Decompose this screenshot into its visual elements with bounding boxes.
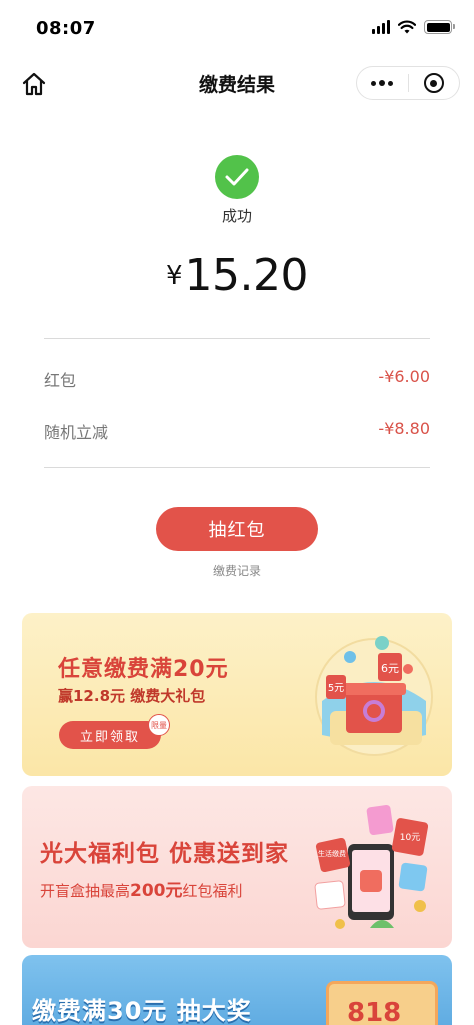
status-icons: [372, 20, 455, 34]
gift-box-illustration: 5元 6元: [315, 636, 433, 756]
limited-badge: 限量: [148, 714, 170, 736]
discount-row-random: 随机立减 -¥8.80: [44, 419, 430, 443]
banner-title: 光大福利包 优惠送到家: [40, 841, 290, 867]
card-label: 10元: [400, 833, 420, 843]
payment-amount: ¥15.20: [0, 250, 474, 301]
status-bar: 08:07: [0, 0, 474, 58]
close-mini-program-button[interactable]: [408, 67, 459, 99]
nav-bar: 缴费结果: [0, 58, 474, 110]
banner-subtitle: 赢12.8元 缴费大礼包: [58, 687, 206, 705]
payment-history-link[interactable]: 缴费记录: [0, 562, 474, 579]
wifi-icon: [398, 20, 416, 34]
status-time: 08:07: [36, 18, 96, 39]
card-label: 生活缴费: [318, 849, 346, 858]
battery-icon: [424, 20, 455, 34]
divider-top: [44, 338, 430, 339]
mini-program-capsule: [356, 66, 460, 100]
coupon-5: 5元: [326, 675, 346, 699]
discount-row-hongbao: 红包 -¥6.00: [44, 367, 430, 391]
coupon-6: 6元: [378, 653, 402, 681]
more-icon: [371, 80, 394, 86]
coupon-value: 6元: [381, 662, 399, 675]
subtitle-amount: 200元: [130, 881, 183, 901]
payment-status: 成功: [221, 207, 252, 225]
currency-symbol: ¥: [165, 261, 183, 291]
welfare-package-banner[interactable]: 光大福利包 优惠送到家 开盲盒抽最高200元红包福利 生活缴费 10元: [22, 786, 452, 948]
target-icon: [423, 73, 444, 93]
subtitle-prefix: 开盲盒抽最高: [40, 882, 131, 900]
signal-icon: [372, 20, 390, 34]
discount-label: 红包: [44, 371, 77, 390]
banner-title: 缴费满30元 抽大奖: [32, 997, 252, 1025]
discount-label: 随机立减: [44, 423, 109, 442]
payment-lottery-banner[interactable]: 缴费满30元 抽大奖 818: [22, 955, 452, 1025]
amount-value: 15.20: [184, 250, 309, 301]
draw-hongbao-button[interactable]: 抽红包: [156, 507, 318, 551]
subtitle-suffix: 红包福利: [182, 882, 243, 900]
divider-bottom: [44, 467, 430, 468]
banner-title: 任意缴费满20元: [58, 657, 229, 682]
card-living-payment: 生活缴费: [315, 837, 351, 873]
prize-box: 818: [326, 981, 438, 1025]
claim-now-button[interactable]: 立即领取: [59, 721, 161, 749]
banner-subtitle: 开盲盒抽最高200元红包福利: [40, 876, 243, 901]
discount-value: -¥6.00: [378, 367, 430, 386]
prize-box-text: 818: [347, 998, 402, 1025]
discount-value: -¥8.80: [378, 419, 430, 438]
card-10: 10元: [391, 818, 429, 856]
more-button[interactable]: [357, 67, 408, 99]
success-check-icon: [215, 155, 259, 199]
phone-coupons-illustration: 生活缴费 10元: [314, 804, 429, 929]
gift-package-banner[interactable]: 任意缴费满20元 赢12.8元 缴费大礼包 立即领取 限量 5元 6元: [22, 613, 452, 776]
coupon-value: 5元: [328, 683, 344, 694]
